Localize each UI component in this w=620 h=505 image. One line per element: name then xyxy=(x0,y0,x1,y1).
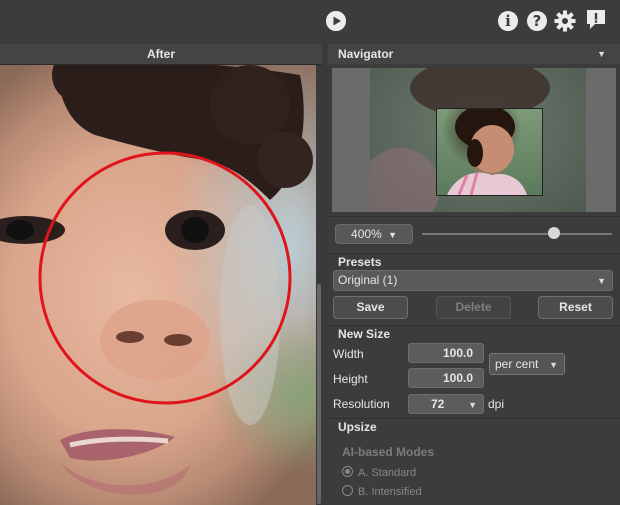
zoom-dropdown[interactable]: 400% ▼ xyxy=(335,224,413,244)
presets-title: Presets xyxy=(338,255,382,269)
resolution-label: Resolution xyxy=(333,397,390,411)
resolution-value: 72 xyxy=(431,397,445,411)
info-icon[interactable]: i xyxy=(498,11,518,31)
width-label: Width xyxy=(333,347,364,361)
play-icon[interactable] xyxy=(326,11,346,31)
help-icon[interactable]: ? xyxy=(527,11,547,31)
unit-dropdown[interactable]: per cent ▼ xyxy=(489,353,565,375)
zoom-value: 400% xyxy=(351,227,382,241)
gear-icon[interactable] xyxy=(553,9,577,33)
feedback-icon[interactable] xyxy=(584,8,608,32)
navigator-header[interactable]: Navigator ▼ xyxy=(328,44,620,64)
upsize-title: Upsize xyxy=(338,420,377,434)
navigator-viewport-rect[interactable] xyxy=(436,108,543,196)
mode-intensified-option[interactable]: B. Intensified xyxy=(342,485,422,498)
collapse-arrow-icon[interactable]: ▼ xyxy=(597,44,606,64)
top-toolbar: i ? xyxy=(0,0,620,42)
ai-modes-label: AI-based Modes xyxy=(342,445,435,459)
height-field[interactable]: 100.0 xyxy=(408,368,484,388)
unit-value: per cent xyxy=(495,357,539,371)
mode-intensified-label: B. Intensified xyxy=(358,486,422,498)
new-size-title: New Size xyxy=(338,327,391,341)
zoom-slider-handle[interactable] xyxy=(548,227,560,239)
navigator-preview[interactable] xyxy=(332,68,616,212)
resolution-unit: dpi xyxy=(488,397,505,411)
chevron-down-icon: ▼ xyxy=(388,230,397,240)
preset-dropdown[interactable]: Original (1) ▼ xyxy=(333,270,613,291)
resolution-dropdown[interactable]: 72 ▼ xyxy=(408,394,484,414)
zoom-slider-track[interactable] xyxy=(422,233,612,235)
mode-standard-option[interactable]: A. Standard xyxy=(342,466,416,479)
scrollbar-thumb[interactable] xyxy=(317,284,321,504)
after-image[interactable] xyxy=(0,65,316,505)
chevron-down-icon: ▼ xyxy=(549,360,558,370)
save-button[interactable]: Save xyxy=(333,296,408,319)
chevron-down-icon: ▼ xyxy=(468,400,477,410)
preset-selected: Original (1) xyxy=(338,273,398,287)
width-field[interactable]: 100.0 xyxy=(408,343,484,363)
navigator-thumbnail xyxy=(370,68,586,212)
delete-button[interactable]: Delete xyxy=(436,296,511,319)
chevron-down-icon: ▼ xyxy=(597,276,606,286)
reset-button[interactable]: Reset xyxy=(538,296,613,319)
image-panel: After xyxy=(0,44,322,505)
radio-unselected-icon[interactable] xyxy=(342,485,353,496)
navigator-title: Navigator xyxy=(338,47,394,61)
settings-panel: Navigator ▼ 400% ▼ Presets Original (1) … xyxy=(328,44,620,505)
mode-standard-label: A. Standard xyxy=(358,467,417,479)
height-label: Height xyxy=(333,372,368,386)
after-view-header: After xyxy=(0,44,322,65)
radio-selected-icon[interactable] xyxy=(342,466,353,477)
